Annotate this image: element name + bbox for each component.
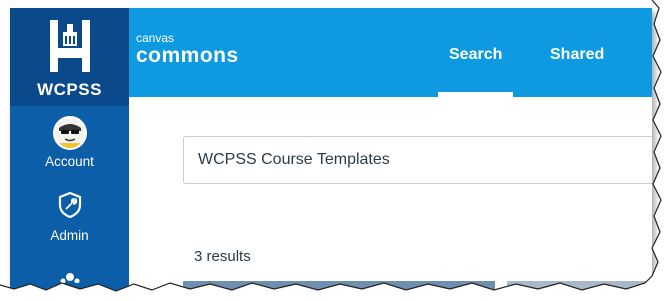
torn-edge-decoration xyxy=(0,0,665,301)
